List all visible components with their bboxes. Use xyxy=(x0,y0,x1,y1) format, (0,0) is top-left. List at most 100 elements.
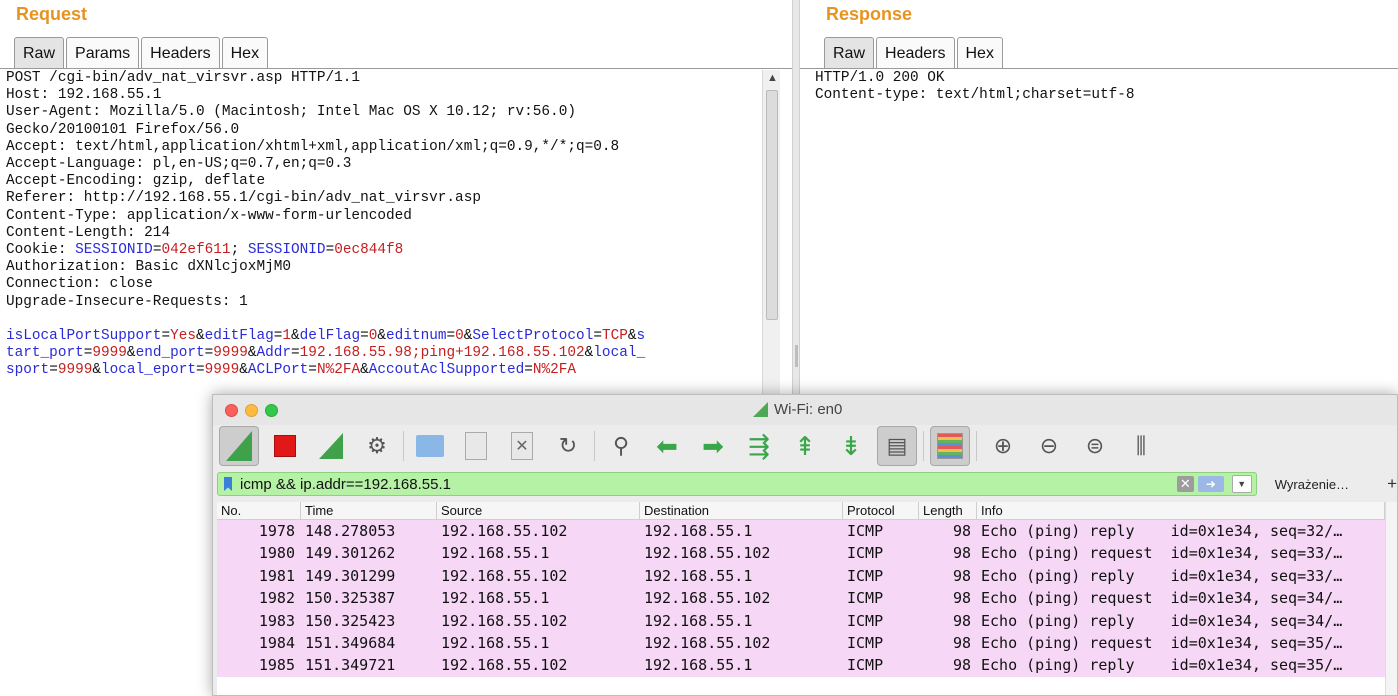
param-key: editnum xyxy=(386,328,447,345)
go-first-icon[interactable]: ⇞ xyxy=(785,426,825,466)
packet-row[interactable]: 1985 151.349721 192.168.55.102 192.168.55.1… xyxy=(217,654,1385,677)
close-window-button[interactable] xyxy=(225,404,238,417)
param-punctuation: = xyxy=(593,328,602,345)
go-to-packet-icon[interactable]: ⇶ xyxy=(739,426,779,466)
start-capture-icon[interactable] xyxy=(219,426,259,466)
cell-destination: 192.168.55.102 xyxy=(644,589,771,608)
request-header-line: Host: 192.168.55.1 xyxy=(6,87,162,104)
cookie-prefix: Cookie: xyxy=(6,242,76,259)
column-header-info[interactable]: Info xyxy=(977,502,1385,519)
request-header-line: Content-Length: 214 xyxy=(6,224,171,241)
splitter-grip[interactable] xyxy=(795,345,798,367)
param-punctuation: & xyxy=(92,362,102,379)
toolbar-separator xyxy=(976,431,977,461)
toolbar-separator xyxy=(403,431,404,461)
request-tab-raw[interactable]: Raw xyxy=(14,37,65,69)
save-file-icon[interactable] xyxy=(456,426,496,466)
filter-text[interactable]: icmp && ip.addr==192.168.55.1 xyxy=(240,476,451,493)
go-forward-icon[interactable]: ➡ xyxy=(693,426,733,466)
column-header-length[interactable]: Length xyxy=(919,502,977,519)
restart-capture-icon[interactable] xyxy=(311,426,351,466)
packet-row[interactable]: 1980 149.301262 192.168.55.1 192.168.55.102… xyxy=(217,542,1385,565)
apply-filter-icon[interactable]: ➜ xyxy=(1197,476,1224,492)
cookie-value: 042ef611 xyxy=(161,242,231,259)
cell-protocol: ICMP xyxy=(847,633,884,652)
cell-no: 1985 xyxy=(258,656,295,675)
expression-button[interactable]: Wyrażenie… xyxy=(1275,477,1349,492)
cell-no: 1980 xyxy=(258,544,295,563)
param-punctuation: & xyxy=(377,328,387,345)
cell-no: 1983 xyxy=(258,611,295,630)
param-value: N%2FA xyxy=(316,362,361,379)
column-header-source[interactable]: Source xyxy=(437,502,640,519)
request-raw-editor[interactable]: POST /cgi-bin/adv_nat_virsvr.asp HTTP/1.… xyxy=(6,70,645,380)
response-line: Content-type: text/html;charset=utf-8 xyxy=(815,87,1135,104)
go-back-icon[interactable]: ⬅ xyxy=(647,426,687,466)
cell-time: 151.349721 xyxy=(305,656,396,675)
cell-time: 149.301262 xyxy=(305,544,396,563)
column-header-destination[interactable]: Destination xyxy=(640,502,843,519)
response-tab-hex[interactable]: Hex xyxy=(956,37,1003,69)
cell-source: 192.168.55.102 xyxy=(441,611,568,630)
find-packet-icon[interactable]: ⚲ xyxy=(601,426,641,466)
packet-list-scrollbar[interactable] xyxy=(1385,502,1397,695)
packet-row[interactable]: 1982 150.325387 192.168.55.1 192.168.55.102… xyxy=(217,587,1385,610)
cell-protocol: ICMP xyxy=(847,589,884,608)
scroll-up-arrow-icon[interactable]: ▲ xyxy=(767,72,778,84)
param-punctuation: & xyxy=(627,328,637,345)
capture-options-icon[interactable]: ⚙ xyxy=(357,426,397,466)
colorize-icon[interactable] xyxy=(930,426,970,466)
packet-row[interactable]: 1984 151.349684 192.168.55.1 192.168.55.102… xyxy=(217,631,1385,655)
filter-history-dropdown-icon[interactable]: ▼ xyxy=(1231,475,1252,493)
cell-source: 192.168.55.102 xyxy=(441,566,568,585)
cell-length: 98 xyxy=(952,544,971,563)
request-title: Request xyxy=(16,4,88,24)
wireshark-titlebar[interactable]: Wi-Fi: en0 xyxy=(213,395,1397,425)
request-tab-underline xyxy=(0,68,792,69)
resize-columns-icon[interactable]: ⫼ xyxy=(1121,426,1161,466)
cookie-line: Cookie: SESSIONID=042ef611; SESSIONID=0e… xyxy=(6,242,404,259)
param-value: 9999 xyxy=(92,345,127,362)
cell-time: 149.301299 xyxy=(305,566,396,585)
filter-bookmark-icon[interactable] xyxy=(224,477,232,491)
cell-info: Echo (ping) reply id=0x1e34, seq=33/… xyxy=(981,566,1343,585)
param-punctuation: & xyxy=(360,362,369,379)
display-filter-input[interactable]: icmp && ip.addr==192.168.55.1 ✕ ➜ ▼ xyxy=(217,472,1257,496)
request-tab-params[interactable]: Params xyxy=(66,37,140,69)
autoscroll-icon[interactable]: ▤ xyxy=(877,426,917,466)
cell-length: 98 xyxy=(952,566,971,585)
packet-row[interactable]: 1983 150.325423 192.168.55.102 192.168.55.1… xyxy=(217,609,1385,632)
zoom-out-icon[interactable]: ⊖ xyxy=(1029,426,1069,466)
cell-no: 1982 xyxy=(258,589,295,608)
zoom-window-button[interactable] xyxy=(265,404,278,417)
response-tab-raw[interactable]: Raw xyxy=(824,37,875,69)
request-tab-hex[interactable]: Hex xyxy=(221,37,269,69)
response-tab-headers[interactable]: Headers xyxy=(876,37,955,69)
column-header-time[interactable]: Time xyxy=(301,502,437,519)
stop-capture-icon[interactable] xyxy=(265,426,305,466)
add-filter-button[interactable]: + xyxy=(1387,474,1397,494)
zoom-in-icon[interactable]: ⊕ xyxy=(983,426,1023,466)
cell-source: 192.168.55.102 xyxy=(441,656,568,675)
packet-row[interactable]: 1978 148.278053 192.168.55.102 192.168.55.1… xyxy=(217,520,1385,543)
request-tab-headers[interactable]: Headers xyxy=(141,37,220,69)
minimize-window-button[interactable] xyxy=(245,404,258,417)
request-scrollbar[interactable]: ▲ xyxy=(762,70,780,400)
request-scroll-thumb[interactable] xyxy=(766,90,778,320)
cell-no: 1984 xyxy=(258,633,295,652)
close-file-icon[interactable]: ✕ xyxy=(502,426,542,466)
go-last-icon[interactable]: ⇟ xyxy=(831,426,871,466)
column-header-protocol[interactable]: Protocol xyxy=(843,502,919,519)
display-filter-bar: icmp && ip.addr==192.168.55.1 ✕ ➜ ▼ Wyra… xyxy=(217,471,1397,497)
param-key: end_port xyxy=(135,345,205,362)
column-header-no[interactable]: No. xyxy=(217,502,301,519)
normal-size-icon[interactable]: ⊜ xyxy=(1075,426,1115,466)
reload-icon[interactable]: ↻ xyxy=(548,426,588,466)
cell-info: Echo (ping) reply id=0x1e34, seq=32/… xyxy=(981,522,1343,540)
response-raw-viewer[interactable]: HTTP/1.0 200 OK Content-type: text/html;c… xyxy=(815,70,1135,104)
packet-row[interactable]: 1981 149.301299 192.168.55.102 192.168.55.1… xyxy=(217,564,1385,588)
param-key: local_eport xyxy=(101,362,197,379)
cell-length: 98 xyxy=(952,633,971,652)
clear-filter-icon[interactable]: ✕ xyxy=(1176,476,1194,492)
open-file-icon[interactable] xyxy=(410,426,450,466)
